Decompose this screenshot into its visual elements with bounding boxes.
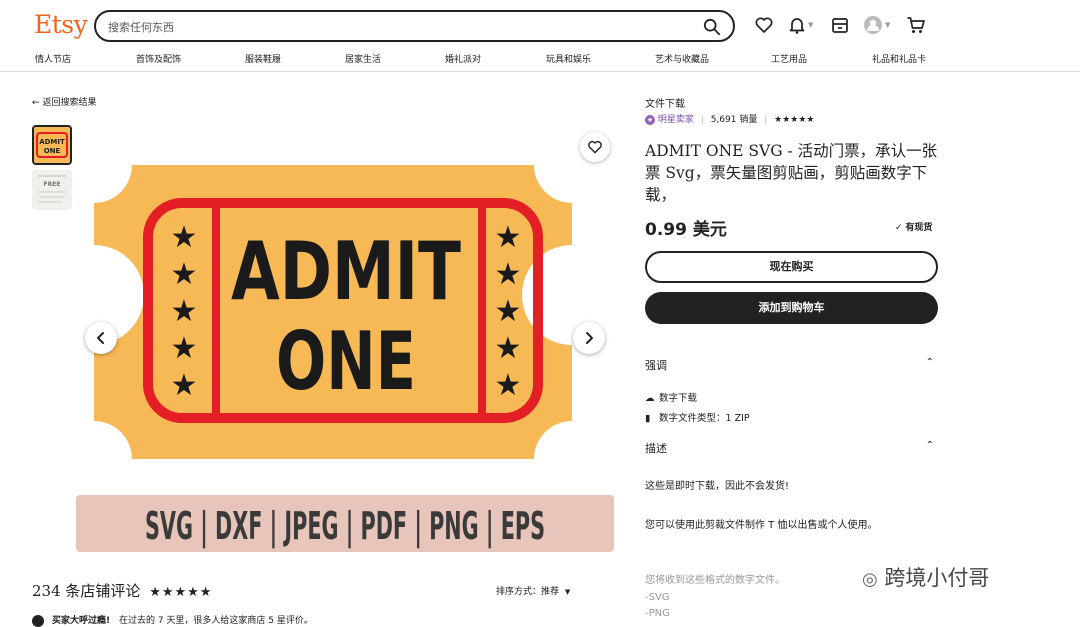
category-clothing[interactable]: 服装鞋履 — [245, 52, 281, 65]
free-thumbnail-image: FREE — [32, 170, 72, 210]
arrow-left-icon: ← — [32, 98, 40, 108]
thumb-free-label: FREE — [44, 181, 61, 188]
product-type: 文件下载 — [645, 99, 685, 110]
chevron-up-icon[interactable]: ⌃ — [926, 357, 934, 368]
description-line: 您可以使用此剪裁文件制作 T 恤以出售或个人使用。 — [645, 520, 878, 531]
highlight-item: ☁ 数字下载 — [645, 393, 698, 404]
highlights-title: 强调 — [645, 359, 667, 372]
category-gifts[interactable]: 礼品和礼品卡 — [872, 52, 926, 65]
category-home[interactable]: 居家生活 — [345, 52, 381, 65]
chevron-down-icon: ▼ — [564, 588, 571, 596]
reviews-count: 234 条店铺评论 — [32, 582, 141, 600]
back-to-search-link[interactable]: ← 返回搜索结果 — [32, 95, 97, 108]
formats-banner-text: SVG | DXF | JPEG | PDF | PNG | EPS — [145, 504, 545, 549]
bell-icon[interactable] — [787, 15, 807, 35]
description-title: 描述 — [645, 442, 667, 455]
svg-text:★: ★ — [495, 220, 522, 255]
wechat-icon: ◎ — [862, 569, 878, 590]
chevron-up-icon[interactable]: ⌃ — [926, 440, 934, 451]
star-seller-label[interactable]: 明星卖家 — [658, 115, 694, 125]
ticket-thumbnail-image: ADMIT ONE — [34, 127, 70, 163]
svg-text:★: ★ — [495, 331, 522, 366]
search-bar — [94, 10, 735, 42]
category-wedding[interactable]: 婚礼派对 — [445, 52, 481, 65]
review-highlight-bold: 买家大呼过瘾! — [52, 616, 111, 626]
favorite-button[interactable] — [580, 132, 610, 162]
category-toys[interactable]: 玩具和娱乐 — [546, 52, 591, 65]
svg-text:★: ★ — [495, 257, 522, 292]
thumb-ticket-line1: ADMIT — [39, 138, 65, 146]
rating-stars[interactable]: ★★★★★ — [774, 115, 814, 125]
previous-image-button[interactable] — [85, 322, 117, 354]
svg-text:★: ★ — [171, 257, 198, 292]
highlight-item: ▮ 数字文件类型：1 ZIP — [645, 413, 750, 424]
category-art[interactable]: 艺术与收藏品 — [655, 52, 709, 65]
file-icon: ▮ — [645, 413, 651, 424]
category-craft[interactable]: 工艺用品 — [771, 52, 807, 65]
svg-text:★: ★ — [495, 294, 522, 329]
chevron-right-icon — [586, 332, 593, 344]
add-to-cart-button[interactable]: 添加到购物车 — [645, 292, 938, 324]
review-highlight: 买家大呼过瘾! 在过去的 7 天里，很多人给这家商店 5 星评价。 — [32, 613, 313, 627]
description-section: 描述 ⌃ 这些是即时下载，因此不会发货! 您可以使用此剪裁文件制作 T 恤以出售… — [645, 440, 938, 619]
in-stock-label: 有现货 — [905, 223, 933, 233]
ticket-text-admit: ADMIT — [231, 225, 461, 318]
svg-text:★: ★ — [171, 331, 198, 366]
heart-icon[interactable] — [754, 15, 774, 35]
search-input[interactable] — [108, 18, 688, 36]
heart-icon — [588, 140, 602, 154]
product-main-image: ★★★★★ ★★★★★ ADMIT ONE SVG | DXF | JPEG |… — [76, 165, 614, 552]
back-link-label: 返回搜索结果 — [42, 98, 97, 108]
chevron-down-icon: ▼ — [885, 21, 891, 29]
seller-line: ★ 明星卖家 | 5,691 销量 | ★★★★★ — [645, 114, 815, 125]
category-valentines[interactable]: 情人节店 — [35, 52, 71, 65]
star-seller-icon: ★ — [645, 114, 655, 125]
watermark-text: 跨境小付哥 — [884, 566, 990, 590]
sales-count: 5,691 销量 — [710, 115, 758, 125]
etsy-logo[interactable]: Etsy — [34, 10, 88, 39]
ticket-text-one: ONE — [276, 315, 416, 408]
chevron-down-icon: ▼ — [808, 21, 814, 29]
thumbnail-1[interactable]: ADMIT ONE — [32, 125, 72, 165]
watermark: ◎ 跨境小付哥 — [862, 562, 989, 592]
shop-icon[interactable] — [830, 15, 850, 35]
highlights-section: 强调 ⌃ ☁ 数字下载 ▮ 数字文件类型：1 ZIP — [645, 357, 938, 424]
svg-text:★: ★ — [171, 220, 198, 255]
buy-now-button[interactable]: 现在购买 — [645, 251, 938, 283]
category-nav: 情人节店 首饰及配饰 服装鞋履 居家生活 婚礼派对 玩具和娱乐 艺术与收藏品 工… — [0, 50, 1080, 72]
svg-text:★: ★ — [495, 368, 522, 403]
cart-icon[interactable] — [906, 15, 926, 35]
svg-text:★: ★ — [171, 294, 198, 329]
review-highlight-text: 在过去的 7 天里，很多人给这家商店 5 星评价。 — [118, 616, 313, 626]
product-title: ADMIT ONE SVG - 活动门票，承认一张票 Svg，票矢量图剪贴画，剪… — [645, 142, 938, 204]
description-format: -SVG — [645, 592, 670, 603]
chat-icon — [32, 614, 44, 627]
chevron-left-icon — [97, 332, 104, 344]
thumb-ticket-line2: ONE — [44, 147, 61, 155]
product-price: 0.99 美元 — [645, 220, 727, 240]
reviews-heading: 234 条店铺评论 ★★★★★ — [32, 580, 212, 601]
cloud-download-icon: ☁ — [645, 393, 655, 404]
description-line: 这些是即时下载，因此不会发货! — [645, 481, 790, 492]
category-jewelry[interactable]: 首饰及配饰 — [136, 52, 181, 65]
in-stock-indicator: ✓ 有现货 — [895, 220, 932, 233]
search-icon[interactable] — [703, 18, 721, 36]
next-image-button[interactable] — [573, 322, 605, 354]
sort-label: 排序方式：推荐 — [496, 587, 560, 597]
sort-dropdown[interactable]: 排序方式：推荐 ▼ — [496, 584, 570, 597]
check-icon: ✓ — [895, 223, 903, 233]
thumbnail-2[interactable]: FREE — [32, 170, 72, 210]
avatar-icon[interactable] — [863, 15, 883, 35]
description-format: -PNG — [645, 608, 670, 619]
reviews-stars: ★★★★★ — [149, 585, 213, 600]
svg-text:★: ★ — [171, 368, 198, 403]
